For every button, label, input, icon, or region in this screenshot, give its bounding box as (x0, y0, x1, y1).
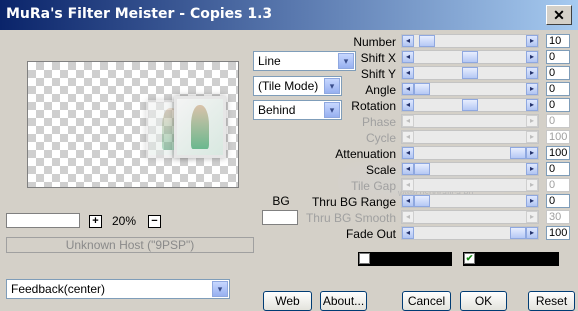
rotation-thumb[interactable] (462, 99, 478, 111)
angle-value[interactable]: 0 (546, 82, 570, 96)
color-bar-left[interactable] (358, 252, 452, 266)
arrow-right-icon[interactable]: ▸ (526, 195, 538, 207)
number-slider[interactable]: ◂ ▸ (401, 34, 539, 48)
rotation-value[interactable]: 0 (546, 98, 570, 112)
phase-value: 0 (546, 114, 570, 128)
shift-y-thumb[interactable] (462, 67, 478, 79)
arrow-left-icon[interactable]: ◂ (402, 35, 414, 47)
cancel-button[interactable]: Cancel (402, 291, 451, 311)
thru-bg-range-thumb[interactable] (414, 195, 430, 207)
arrow-right-icon[interactable]: ▸ (526, 227, 538, 239)
fade-out-thumb[interactable] (510, 227, 526, 239)
arrow-right-icon: ▸ (526, 131, 538, 143)
chevron-down-icon: ▾ (212, 281, 228, 297)
thru-bg-range-value[interactable]: 0 (546, 194, 570, 208)
thru-bg-range-label: Thru BG Range (311, 195, 396, 209)
feedback-combo[interactable]: Feedback(center) ▾ (6, 279, 230, 299)
shift-x-slider[interactable]: ◂ ▸ (401, 50, 539, 64)
shift-x-label: Shift X (360, 51, 396, 65)
arrow-right-icon[interactable]: ▸ (526, 99, 538, 111)
tile-gap-slider: ◂ ▸ (401, 178, 539, 192)
close-button[interactable]: ✕ (546, 5, 572, 25)
rotation-slider[interactable]: ◂ ▸ (401, 98, 539, 112)
arrow-right-icon[interactable]: ▸ (526, 163, 538, 175)
shift-y-label: Shift Y (360, 67, 396, 81)
thru-bg-smooth-slider: ◂ ▸ (401, 210, 539, 224)
attenuation-thumb[interactable] (510, 147, 526, 159)
thru-bg-smooth-value: 30 (546, 210, 570, 224)
arrow-left-icon[interactable]: ◂ (402, 67, 414, 79)
checkbox-left[interactable] (359, 253, 370, 264)
minus-icon: − (151, 215, 158, 227)
preview-tile-front (174, 96, 226, 158)
zoom-in-button[interactable]: + (89, 215, 102, 228)
shift-x-value[interactable]: 0 (546, 50, 570, 64)
fade-out-value[interactable]: 100 (546, 226, 570, 240)
shift-y-value[interactable]: 0 (546, 66, 570, 80)
phase-slider: ◂ ▸ (401, 114, 539, 128)
angle-slider[interactable]: ◂ ▸ (401, 82, 539, 96)
arrow-left-icon: ◂ (402, 179, 414, 191)
cycle-slider: ◂ ▸ (401, 130, 539, 144)
reset-button[interactable]: Reset (528, 291, 575, 311)
attenuation-slider[interactable]: ◂ ▸ (401, 146, 539, 160)
angle-thumb[interactable] (414, 83, 430, 95)
number-label: Number (353, 35, 396, 49)
arrow-right-icon[interactable]: ▸ (526, 147, 538, 159)
feedback-combo-value: Feedback(center) (11, 282, 106, 296)
arrow-left-icon: ◂ (402, 131, 414, 143)
scale-value[interactable]: 0 (546, 162, 570, 176)
plus-icon: + (92, 215, 99, 227)
attenuation-label: Attenuation (335, 147, 396, 161)
arrow-left-icon[interactable]: ◂ (402, 147, 414, 159)
arrow-left-icon[interactable]: ◂ (402, 99, 414, 111)
rotation-label: Rotation (351, 99, 396, 113)
arrow-right-icon: ▸ (526, 179, 538, 191)
fade-out-slider[interactable]: ◂ ▸ (401, 226, 539, 240)
about-button[interactable]: About... (320, 291, 367, 311)
preview-canvas[interactable] (27, 61, 239, 188)
host-status: Unknown Host ("9PSP") (6, 237, 254, 253)
arrow-left-icon[interactable]: ◂ (402, 227, 414, 239)
tile-gap-value: 0 (546, 178, 570, 192)
arrow-left-icon[interactable]: ◂ (402, 163, 414, 175)
checkbox-right[interactable]: ✔ (464, 253, 475, 264)
window-title: MuRa's Filter Meister - Copies 1.3 (6, 6, 273, 22)
zoom-slider-field[interactable] (6, 213, 80, 228)
tile-gap-label: Tile Gap (351, 179, 396, 193)
number-thumb[interactable] (419, 35, 435, 47)
arrow-right-icon[interactable]: ▸ (526, 35, 538, 47)
cycle-label: Cycle (365, 131, 396, 145)
phase-label: Phase (361, 115, 396, 129)
zoom-level: 20% (111, 214, 137, 228)
arrow-right-icon: ▸ (526, 211, 538, 223)
fade-out-label: Fade Out (345, 227, 396, 241)
ok-button[interactable]: OK (460, 291, 507, 311)
shift-y-slider[interactable]: ◂ ▸ (401, 66, 539, 80)
arrow-left-icon: ◂ (402, 115, 414, 127)
arrow-right-icon[interactable]: ▸ (526, 67, 538, 79)
close-icon: ✕ (553, 7, 565, 23)
number-value[interactable]: 10 (546, 34, 570, 48)
arrow-right-icon[interactable]: ▸ (526, 83, 538, 95)
scale-slider[interactable]: ◂ ▸ (401, 162, 539, 176)
thru-bg-range-slider[interactable]: ◂ ▸ (401, 194, 539, 208)
thru-bg-smooth-label: Thru BG Smooth (305, 211, 396, 225)
angle-label: Angle (365, 83, 396, 97)
attenuation-value[interactable]: 100 (546, 146, 570, 160)
shift-x-thumb[interactable] (462, 51, 478, 63)
arrow-left-icon: ◂ (402, 211, 414, 223)
arrow-right-icon[interactable]: ▸ (526, 51, 538, 63)
zoom-out-button[interactable]: − (148, 215, 161, 228)
title-bar: MuRa's Filter Meister - Copies 1.3 ✕ (0, 0, 578, 30)
scale-thumb[interactable] (414, 163, 430, 175)
arrow-left-icon[interactable]: ◂ (402, 51, 414, 63)
arrow-right-icon: ▸ (526, 115, 538, 127)
cycle-value: 100 (546, 130, 570, 144)
arrow-left-icon[interactable]: ◂ (402, 195, 414, 207)
color-bar-right[interactable]: ✔ (463, 252, 559, 266)
arrow-left-icon[interactable]: ◂ (402, 83, 414, 95)
web-button[interactable]: Web (263, 291, 312, 311)
scale-label: Scale (365, 163, 396, 177)
